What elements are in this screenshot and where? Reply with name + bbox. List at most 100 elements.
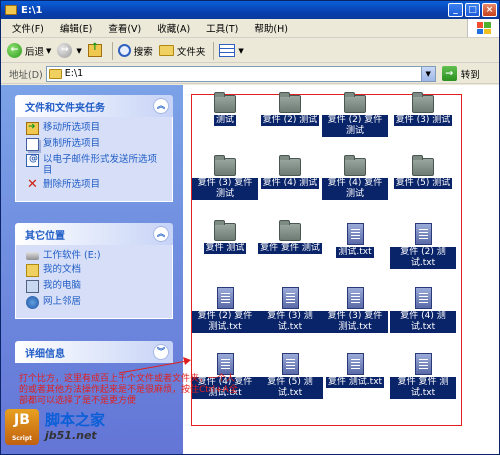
folder-item[interactable]: 复件 (4) 复件 测试 (322, 155, 388, 200)
forward-button[interactable]: → ▼ (57, 43, 82, 58)
item-label: 测试.txt (336, 247, 374, 258)
menu-tools[interactable]: 工具(T) (199, 21, 247, 35)
place-my-documents[interactable]: 我的文档 (26, 264, 164, 277)
item-label: 复件 (2) 复件 测试 (322, 115, 388, 137)
folder-item[interactable]: 复件 测试 (192, 220, 258, 254)
chevron-up-icon[interactable]: ︽ (153, 98, 169, 114)
menu-edit[interactable]: 编辑(E) (53, 21, 101, 35)
close-button[interactable]: × (482, 3, 497, 17)
other-places-title: 其它位置 (25, 230, 65, 242)
maximize-button[interactable]: □ (465, 3, 480, 17)
drive-icon (26, 252, 39, 260)
chevron-up-icon[interactable]: ︽ (153, 226, 169, 242)
chevron-down-icon[interactable]: ▼ (76, 47, 81, 55)
menu-file[interactable]: 文件(F) (5, 21, 53, 35)
folders-button[interactable]: 文件夹 (158, 44, 205, 58)
file-tasks-header[interactable]: 文件和文件夹任务 ︽ (15, 95, 173, 117)
site-url: jb51.net (45, 429, 97, 442)
folder-item[interactable]: 复件 复件 测试 (257, 220, 323, 254)
folder-item[interactable]: 复件 (3) 测试 (390, 92, 456, 126)
folder-item[interactable]: 复件 (4) 测试 (257, 155, 323, 189)
task-move[interactable]: 移动所选项目 (26, 122, 164, 135)
text-file-icon (281, 353, 299, 375)
text-file-icon (216, 287, 234, 309)
logo-subtext: Script (11, 435, 33, 442)
folder-item[interactable]: 复件 (2) 复件 测试 (322, 92, 388, 137)
chevron-down-icon[interactable]: ▼ (46, 47, 51, 55)
up-button[interactable] (87, 42, 104, 57)
file-item[interactable]: 复件 复件 测试.txt (390, 353, 456, 399)
folder-icon (279, 220, 301, 241)
back-arrow-icon: ← (7, 43, 22, 58)
folder-icon (214, 92, 236, 113)
task-email[interactable]: 以电子邮件形式发送所选项目 (26, 154, 164, 176)
place-pc-label: 我的电脑 (43, 280, 82, 291)
folder-icon (48, 68, 62, 79)
toolbar-divider (213, 41, 215, 60)
computer-icon (26, 280, 39, 293)
move-icon (26, 122, 39, 135)
menu-help[interactable]: 帮助(H) (247, 21, 297, 35)
chevron-down-icon[interactable]: ▼ (420, 66, 435, 81)
folder-item[interactable]: 复件 (5) 测试 (390, 155, 456, 189)
chevron-down-icon[interactable]: ︾ (153, 344, 169, 360)
window-title: E:\1 (21, 4, 43, 16)
item-label: 复件 复件 测试.txt (390, 377, 456, 399)
task-email-label: 以电子邮件形式发送所选项目 (43, 154, 158, 176)
item-label: 复件 (3) 复件 测试 (192, 178, 258, 200)
folder-icon (412, 92, 434, 113)
place-my-computer[interactable]: 我的电脑 (26, 280, 164, 293)
address-input[interactable]: E:\1 ▼ (45, 65, 436, 82)
item-label: 复件 (4) 测试 (260, 178, 320, 189)
place-network[interactable]: 网上邻居 (26, 296, 164, 309)
place-drive-e[interactable]: 工作软件 (E:) (26, 250, 164, 261)
item-label: 复件 测试.txt (325, 377, 385, 388)
file-item[interactable]: 复件 (4) 测试.txt (390, 287, 456, 333)
folder-item[interactable]: 测试 (192, 92, 258, 126)
title-bar[interactable]: E:\1 _ □ × (1, 1, 499, 19)
chevron-down-icon: ▼ (238, 46, 244, 55)
text-file-icon (414, 287, 432, 309)
email-icon (26, 154, 39, 167)
minimize-button[interactable]: _ (448, 3, 463, 17)
toolbar-divider (111, 41, 113, 60)
address-bar: 地址(D) E:\1 ▼ → 转到 (1, 64, 499, 84)
file-item[interactable]: 复件 (3) 测试.txt (257, 287, 323, 333)
file-item[interactable]: 复件 (3) 复件 测试.txt (322, 287, 388, 333)
views-button[interactable]: ▼ (219, 44, 244, 57)
other-places-header[interactable]: 其它位置 ︽ (15, 223, 173, 245)
task-delete[interactable]: ✕ 删除所选项目 (26, 177, 164, 192)
task-copy[interactable]: 复制所选项目 (26, 138, 164, 151)
folder-icon (279, 92, 301, 113)
site-name: 脚本之家 (45, 411, 106, 429)
item-label: 复件 (2) 测试 (260, 115, 320, 126)
explorer-window: E:\1 _ □ × 文件(F) 编辑(E) 查看(V) 收藏(A) 工具(T)… (0, 0, 500, 455)
file-item[interactable]: 复件 测试.txt (322, 353, 388, 388)
text-file-icon (414, 353, 432, 375)
search-button[interactable]: 搜索 (117, 44, 153, 58)
file-tasks-title: 文件和文件夹任务 (25, 102, 105, 114)
menu-favorites[interactable]: 收藏(A) (150, 21, 199, 35)
folder-up-icon (87, 42, 102, 57)
item-label: 复件 (3) 测试.txt (257, 311, 323, 333)
file-item[interactable]: 测试.txt (322, 223, 388, 258)
back-button[interactable]: ← 后退 ▼ (7, 43, 51, 58)
go-label: 转到 (460, 69, 480, 81)
file-item[interactable]: 复件 (2) 测试.txt (390, 223, 456, 269)
delete-icon: ✕ (27, 177, 38, 192)
search-icon (117, 44, 131, 57)
place-drive-label: 工作软件 (E:) (43, 250, 101, 261)
menu-view[interactable]: 查看(V) (101, 21, 150, 35)
go-button[interactable]: → 转到 (441, 66, 480, 81)
item-label: 复件 (5) 测试.txt (257, 377, 323, 399)
views-icon (219, 44, 236, 57)
item-label: 测试 (213, 115, 236, 126)
folder-item[interactable]: 复件 (2) 测试 (257, 92, 323, 126)
other-places-panel: 其它位置 ︽ 工作软件 (E:) 我的文档 我的电脑 网上邻居 (15, 223, 173, 319)
file-item[interactable]: 复件 (2) 复件 测试.txt (192, 287, 258, 333)
folder-icon (412, 155, 434, 176)
task-copy-label: 复制所选项目 (43, 138, 101, 149)
file-item[interactable]: 复件 (5) 测试.txt (257, 353, 323, 399)
details-header[interactable]: 详细信息 ︾ (15, 341, 173, 363)
folder-item[interactable]: 复件 (3) 复件 测试 (192, 155, 258, 200)
